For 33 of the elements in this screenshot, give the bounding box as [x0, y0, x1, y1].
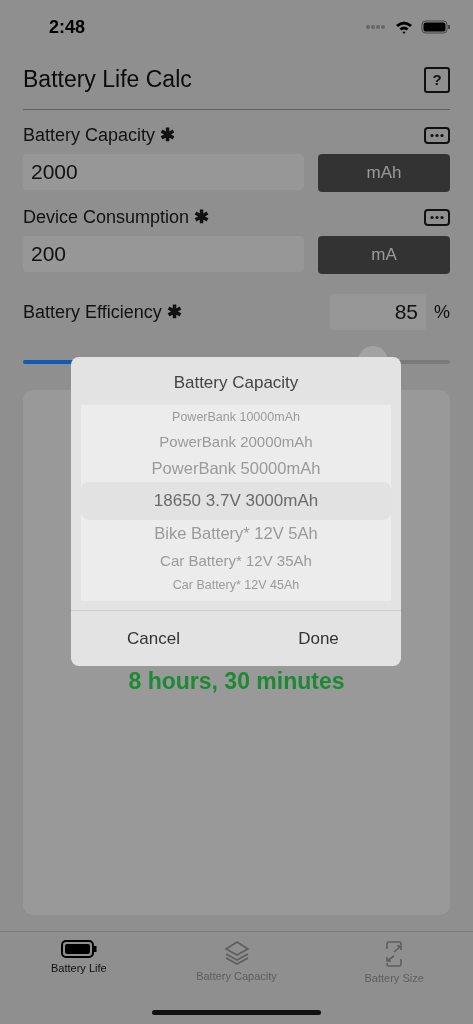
dialog-button[interactable]: Cancel: [71, 611, 236, 666]
picker-option[interactable]: 18650 3.7V 3000mAh: [81, 482, 391, 520]
picker-option[interactable]: Car Battery* 12V 35Ah: [81, 547, 391, 574]
picker-option[interactable]: PowerBank 10000mAh: [81, 405, 391, 429]
dialog-title: Battery Capacity: [172, 372, 300, 394]
more-icon[interactable]: [424, 126, 450, 144]
tab-item[interactable]: Battery Life: [0, 932, 158, 974]
input-field[interactable]: 2000: [23, 154, 304, 190]
picker-option[interactable]: PowerBank 50000mAh: [81, 454, 391, 482]
layers-icon: [223, 940, 250, 966]
dialog-button[interactable]: Done: [236, 611, 401, 666]
unit-button[interactable]: mAh: [318, 154, 450, 192]
unit-button[interactable]: mA: [318, 236, 450, 274]
picker-option[interactable]: Bike Battery* 12V 5Ah: [81, 520, 391, 548]
help-button[interactable]: ?: [424, 66, 450, 93]
battery-icon: [421, 20, 451, 34]
tab-label: Battery Life: [51, 962, 107, 974]
app-title: Battery Life Calc: [23, 66, 192, 93]
picker-option[interactable]: PowerBank 20000mAh: [81, 428, 391, 455]
input-field[interactable]: 200: [23, 236, 304, 272]
option-picker[interactable]: PowerBank 10000mAh PowerBank 20000mAh PowerBank 50000mAh 18650 3.7V 3000mAh Bike Battery* 12V 5Ah Car Battery* 12V 35Ah Car Battery* 12V 45Ah: [81, 405, 391, 601]
field-label: Device Consumption ✱: [23, 206, 210, 228]
input-field[interactable]: 85: [330, 294, 426, 330]
result-text: 8 hours, 30 minutes: [128, 668, 345, 695]
picker-option[interactable]: Car Battery* 12V 45Ah: [81, 573, 391, 597]
more-icon[interactable]: [424, 208, 450, 226]
status-time: 2:48: [49, 16, 86, 38]
wifi-icon: [395, 20, 413, 34]
field-label: Battery Capacity ✱: [23, 124, 176, 146]
battery-icon: [60, 940, 97, 958]
unit-label: %: [434, 301, 450, 323]
field-label: Battery Efficiency ✱: [23, 301, 182, 323]
signal-icon: [365, 24, 387, 30]
